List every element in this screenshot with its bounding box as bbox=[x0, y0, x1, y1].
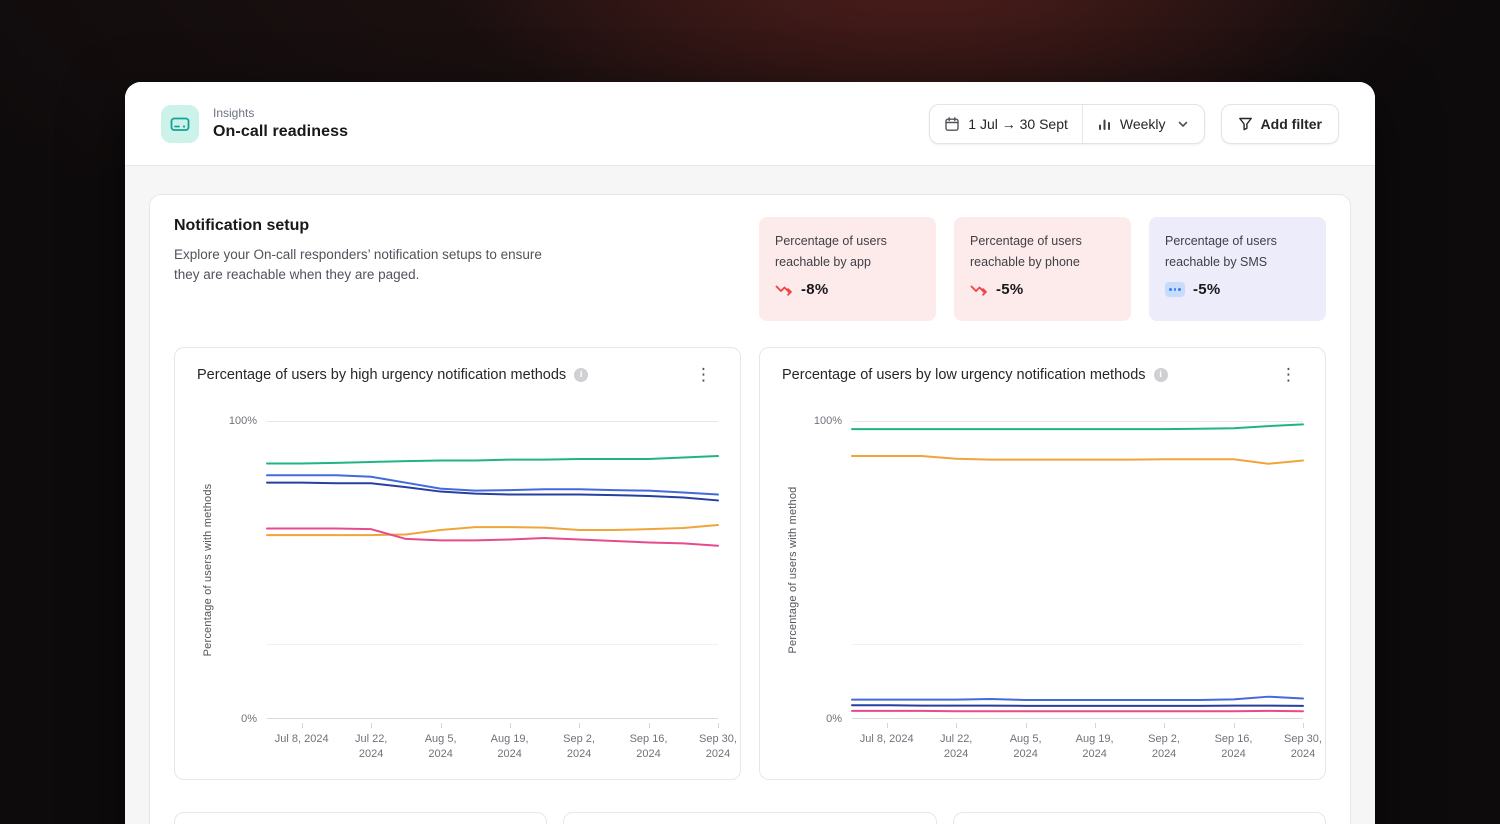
breadcrumb: Insights bbox=[213, 106, 348, 120]
mini-card: ⋮ bbox=[174, 812, 547, 824]
x-tick-label: Jul 22, 2024 bbox=[927, 723, 985, 762]
stat-label: Percentage of users reachable by SMS bbox=[1165, 231, 1310, 273]
line-series-pink bbox=[267, 529, 718, 546]
date-granularity-control: 1 Jul → 30 Sept Weekly bbox=[929, 104, 1204, 144]
notification-setup-section: Notification setup Explore your On-call … bbox=[149, 194, 1351, 824]
chart-card-high-urgency: Percentage of users by high urgency noti… bbox=[174, 347, 741, 780]
line-chart-high-urgency bbox=[267, 422, 718, 718]
date-range-label: 1 Jul → 30 Sept bbox=[968, 116, 1068, 132]
line-series-blue bbox=[852, 697, 1303, 700]
x-tick-label: Aug 5, 2024 bbox=[997, 723, 1055, 762]
chart-title: Percentage of users by high urgency noti… bbox=[197, 367, 566, 383]
x-tick-label: Sep 30, 2024 bbox=[689, 723, 747, 762]
info-icon[interactable]: i bbox=[1154, 368, 1168, 382]
x-tick-label: Sep 30, 2024 bbox=[1274, 723, 1332, 762]
chart-card-low-urgency: Percentage of users by low urgency notif… bbox=[759, 347, 1326, 780]
mini-card: ⋮ bbox=[563, 812, 936, 824]
x-tick-label: Aug 19, 2024 bbox=[481, 723, 539, 762]
line-series-orange bbox=[267, 525, 718, 535]
stat-value: -5% bbox=[1193, 281, 1221, 298]
granularity-button[interactable]: Weekly bbox=[1082, 105, 1204, 143]
stat-label: Percentage of users reachable by phone bbox=[970, 231, 1115, 273]
x-tick-label: Sep 2, 2024 bbox=[550, 723, 608, 762]
page-title: On-call readiness bbox=[213, 123, 348, 141]
line-series-navy bbox=[852, 705, 1303, 706]
add-filter-label: Add filter bbox=[1261, 116, 1322, 132]
filter-funnel-icon bbox=[1238, 116, 1253, 131]
x-tick-label: Jul 22, 2024 bbox=[342, 723, 400, 762]
chevron-down-icon[interactable] bbox=[1176, 117, 1190, 131]
y-tick-0: 0% bbox=[241, 713, 257, 725]
stat-chip-phone: Percentage of users reachable by phone -… bbox=[954, 217, 1131, 321]
x-tick-label: Sep 2, 2024 bbox=[1135, 723, 1193, 762]
x-tick-label: Sep 16, 2024 bbox=[620, 723, 678, 762]
stat-chips: Percentage of users reachable by app -8%… bbox=[759, 217, 1326, 321]
bottom-cards-row: ⋮ ⋮ ⋮ bbox=[174, 812, 1326, 824]
y-tick-100: 100% bbox=[814, 415, 842, 427]
stat-value: -8% bbox=[801, 281, 829, 298]
line-series-orange bbox=[852, 456, 1303, 464]
kebab-menu-icon[interactable]: ⋮ bbox=[689, 364, 718, 385]
chart-title: Percentage of users by low urgency notif… bbox=[782, 367, 1146, 383]
x-tick-label: Sep 16, 2024 bbox=[1205, 723, 1263, 762]
trend-down-icon bbox=[775, 283, 793, 296]
info-icon[interactable]: i bbox=[574, 368, 588, 382]
y-axis-label: Percentage of users with method bbox=[787, 486, 799, 653]
app-header: Insights On-call readiness 1 Jul → 30 Se… bbox=[125, 82, 1375, 166]
stat-chip-app: Percentage of users reachable by app -8% bbox=[759, 217, 936, 321]
app-window: Insights On-call readiness 1 Jul → 30 Se… bbox=[125, 82, 1375, 824]
line-series-green bbox=[852, 424, 1303, 429]
y-tick-100: 100% bbox=[229, 415, 257, 427]
oncall-app-icon bbox=[161, 105, 199, 143]
bar-chart-icon bbox=[1097, 116, 1112, 131]
sms-dots-icon bbox=[1165, 282, 1185, 297]
x-tick-label: Aug 5, 2024 bbox=[412, 723, 470, 762]
stat-label: Percentage of users reachable by app bbox=[775, 231, 920, 273]
granularity-label: Weekly bbox=[1120, 116, 1166, 132]
calendar-icon bbox=[944, 116, 960, 132]
x-tick-label: Jul 8, 2024 bbox=[273, 723, 331, 747]
y-tick-0: 0% bbox=[826, 713, 842, 725]
date-range-button[interactable]: 1 Jul → 30 Sept bbox=[930, 105, 1082, 143]
stat-value: -5% bbox=[996, 281, 1024, 298]
line-series-green bbox=[267, 456, 718, 463]
mini-card: ⋮ bbox=[953, 812, 1326, 824]
trend-down-icon bbox=[970, 283, 988, 296]
plot-area bbox=[267, 421, 718, 719]
x-axis: Jul 8, 2024 Jul 22, 2024 Aug 5, 2024 Aug… bbox=[852, 723, 1303, 763]
section-description: Explore your On-call responders’ notific… bbox=[174, 245, 549, 285]
x-axis: Jul 8, 2024 Jul 22, 2024 Aug 5, 2024 Aug… bbox=[267, 723, 718, 763]
content-area: Notification setup Explore your On-call … bbox=[125, 166, 1375, 824]
add-filter-button[interactable]: Add filter bbox=[1221, 104, 1339, 144]
x-tick-label: Jul 8, 2024 bbox=[858, 723, 916, 747]
plot-area bbox=[852, 421, 1303, 719]
y-axis-label: Percentage of users with methods bbox=[202, 484, 214, 657]
section-title: Notification setup bbox=[174, 217, 549, 235]
line-series-blue bbox=[267, 475, 718, 494]
kebab-menu-icon[interactable]: ⋮ bbox=[1274, 364, 1303, 385]
stat-chip-sms: Percentage of users reachable by SMS -5% bbox=[1149, 217, 1326, 321]
x-tick-label: Aug 19, 2024 bbox=[1066, 723, 1124, 762]
line-chart-low-urgency bbox=[852, 422, 1303, 718]
